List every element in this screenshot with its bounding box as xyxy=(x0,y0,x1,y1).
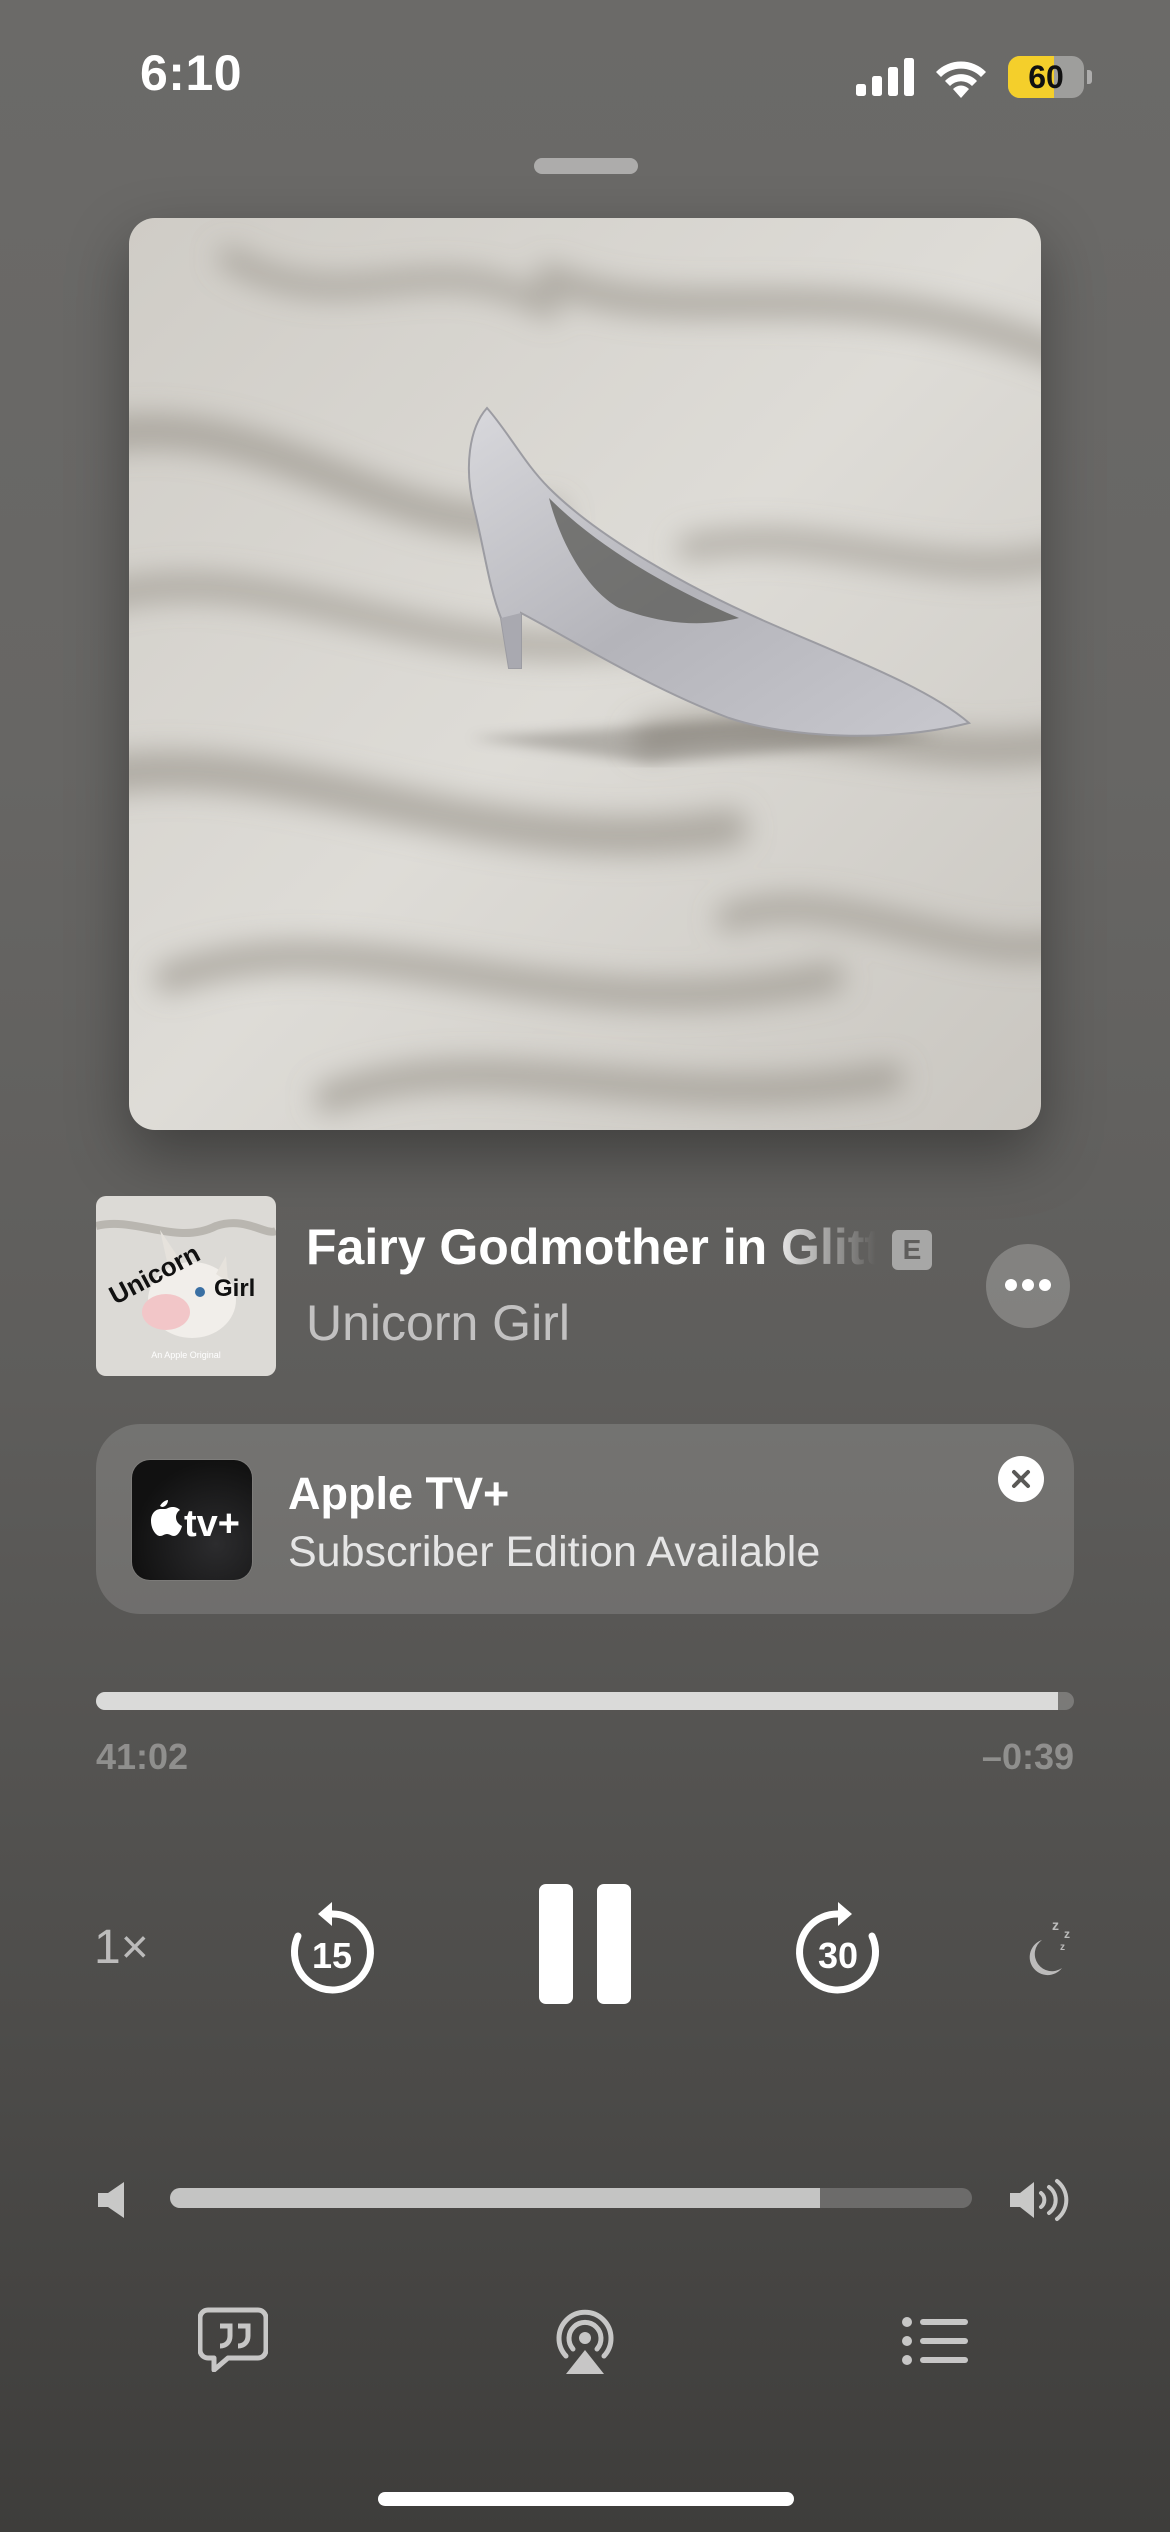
show-name[interactable]: Unicorn Girl xyxy=(306,1294,570,1352)
explicit-badge: E xyxy=(892,1230,932,1270)
sheet-grabber[interactable] xyxy=(534,158,638,174)
battery-icon: 60 xyxy=(1008,56,1092,98)
volume-low-icon xyxy=(98,2182,124,2218)
promo-icon-label: tv+ xyxy=(184,1503,240,1545)
elapsed-time: 41:02 xyxy=(96,1736,189,1777)
home-indicator[interactable] xyxy=(378,2492,794,2506)
cellular-signal-icon xyxy=(856,58,914,96)
playback-progress-fill xyxy=(96,1692,1059,1710)
skip-back-seconds: 15 xyxy=(312,1935,352,1976)
unicorn-head-artwork: Unicorn Girl An Apple Original xyxy=(96,1196,276,1376)
apple-tv-promo-card[interactable]: tv+ Apple TV+ Subscriber Edition Availab… xyxy=(96,1424,1074,1614)
promo-close-button[interactable] xyxy=(998,1456,1044,1502)
promo-title: Apple TV+ xyxy=(288,1468,510,1519)
svg-text:z: z xyxy=(1052,1917,1059,1933)
thumb-title-word-2: Girl xyxy=(214,1275,255,1302)
battery-level: 60 xyxy=(1028,59,1064,95)
close-icon xyxy=(1012,1470,1030,1488)
pause-button[interactable] xyxy=(535,1882,635,2006)
volume-slider[interactable] xyxy=(170,2188,972,2208)
battery-body: 60 xyxy=(1008,56,1084,98)
playback-speed-button[interactable]: 1× xyxy=(94,1920,149,1975)
svg-text:z: z xyxy=(1060,1942,1065,1953)
volume-high-icon xyxy=(1010,2179,1069,2221)
remaining-time: –0:39 xyxy=(981,1736,1074,1777)
more-options-button[interactable] xyxy=(986,1244,1070,1328)
sleep-timer-icon[interactable]: z z z xyxy=(1018,1916,1078,1978)
skip-forward-30-icon[interactable]: 30 xyxy=(788,1900,888,2000)
ellipsis-icon xyxy=(1005,1279,1051,1291)
skip-forward-seconds: 30 xyxy=(818,1935,858,1976)
battery-cap xyxy=(1087,70,1092,84)
promo-subtitle: Subscriber Edition Available xyxy=(288,1528,821,1576)
episode-title[interactable]: Fairy Godmother in Glitt xyxy=(306,1218,876,1276)
transcript-quote-bubble-icon[interactable] xyxy=(198,2306,268,2372)
status-bar: 6:10 60 xyxy=(0,0,1170,150)
apple-tv-icon: tv+ xyxy=(132,1460,252,1580)
show-thumbnail[interactable]: Unicorn Girl An Apple Original xyxy=(96,1196,276,1376)
episode-artwork xyxy=(129,218,1041,1130)
status-time: 6:10 xyxy=(140,45,243,101)
playback-scrubber[interactable] xyxy=(96,1692,1074,1710)
queue-list-icon[interactable] xyxy=(902,2316,968,2366)
volume-fill xyxy=(170,2188,820,2208)
apple-logo-icon: tv+ xyxy=(151,1500,240,1545)
svg-text:z: z xyxy=(1064,1927,1070,1941)
wifi-icon xyxy=(936,61,986,98)
thumb-caption: An Apple Original xyxy=(151,1350,221,1360)
skip-back-15-icon[interactable]: 15 xyxy=(282,1900,382,2000)
glitter-high-heel-artwork xyxy=(129,218,1041,1130)
airplay-icon[interactable] xyxy=(552,2306,618,2376)
